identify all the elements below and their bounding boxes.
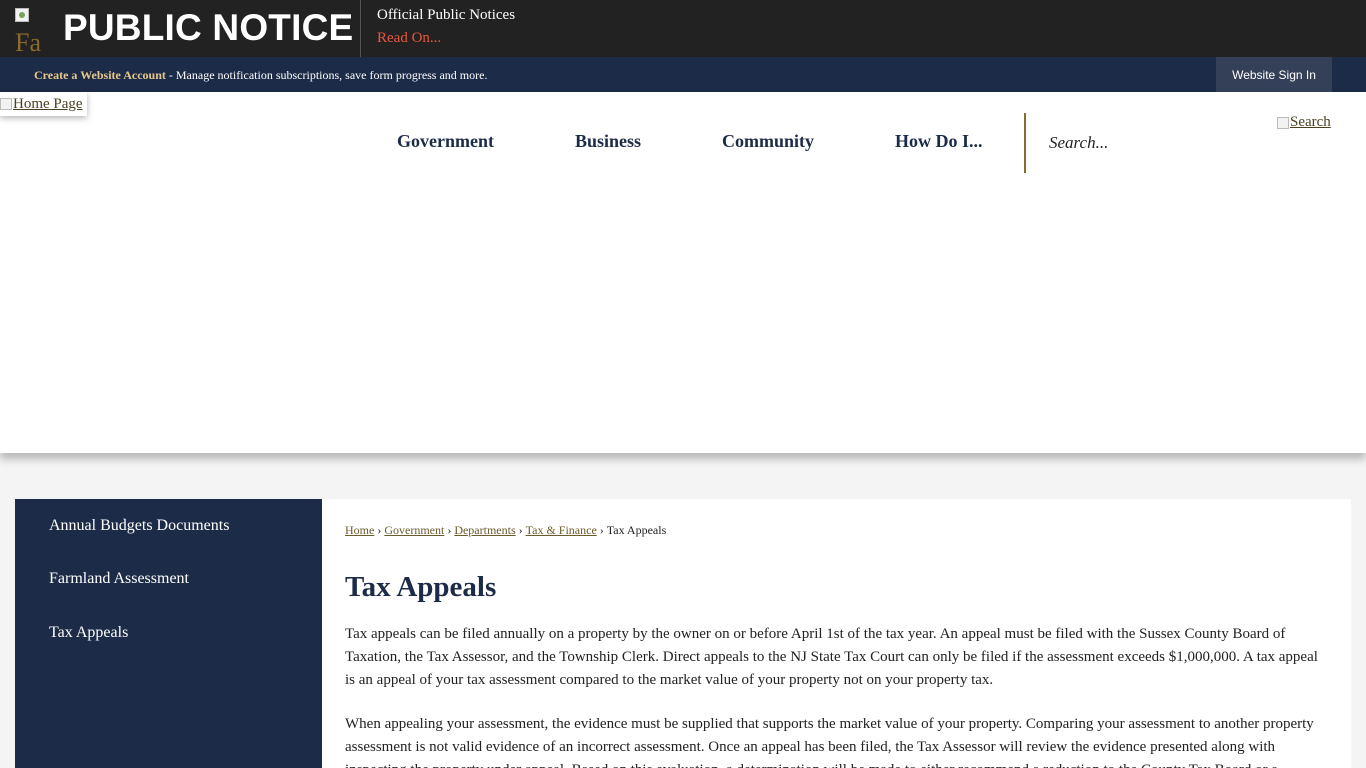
notice-divider [360,0,361,57]
breadcrumb-home[interactable]: Home [345,523,374,537]
breadcrumb-separator: › [599,523,604,537]
broken-image-icon [15,8,29,22]
account-description: - Manage notification subscriptions, sav… [165,68,488,82]
notice-logo-icon: Fa [15,8,55,52]
sidebar-item-tax-appeals[interactable]: Tax Appeals [49,624,128,642]
nav-government[interactable]: Government [397,131,494,152]
create-account-link[interactable]: Create a Website Account [34,68,166,82]
breadcrumb-separator: › [447,523,452,537]
search-button[interactable]: Search [1277,114,1331,131]
broken-image-icon [0,98,12,110]
home-page-link-text: Home Page [13,95,83,112]
sidebar-item-farmland-assessment[interactable]: Farmland Assessment [49,570,189,588]
breadcrumb-current: Tax Appeals [606,523,667,537]
search-input[interactable] [1040,125,1260,161]
read-on-link[interactable]: Read On... [377,30,441,47]
breadcrumb-tax-finance[interactable]: Tax & Finance [526,523,597,537]
search-button-text: Search [1290,114,1331,130]
search-divider [1024,113,1026,173]
home-page-link[interactable]: Home Page [0,92,87,116]
nav-how-do-i[interactable]: How Do I... [895,131,983,152]
sidebar-item-annual-budgets[interactable]: Annual Budgets Documents [49,517,229,535]
search-icon [1277,116,1289,129]
breadcrumb-government[interactable]: Government [384,523,444,537]
nav-community[interactable]: Community [722,131,814,152]
account-message: Create a Website Account - Manage notifi… [34,68,487,83]
sidebar-nav: Annual Budgets Documents Farmland Assess… [15,499,322,768]
account-bar: Create a Website Account - Manage notifi… [0,57,1366,92]
public-notice-bar: Fa PUBLIC NOTICE Official Public Notices… [0,0,1366,57]
breadcrumb-separator: › [377,523,382,537]
page-title: Tax Appeals [345,571,497,603]
evidence-paragraph: When appealing your assessment, the evid… [345,716,1314,768]
breadcrumb-departments[interactable]: Departments [454,523,515,537]
site-header: Home Page Government Business Community … [0,92,1366,453]
intro-paragraph: Tax appeals can be filed annually on a p… [345,626,1318,688]
breadcrumb-separator: › [518,523,523,537]
website-sign-in-button[interactable]: Website Sign In [1216,57,1332,92]
main-content: Home › Government › Departments › Tax & Financ… [322,499,1351,768]
breadcrumb: Home › Government › Departments › Tax & Financ… [345,523,666,538]
notice-logo-alt-text: Fa [15,28,41,53]
nav-business[interactable]: Business [575,131,641,152]
public-notice-title: PUBLIC NOTICE [63,7,354,48]
official-public-notices-heading: Official Public Notices [377,7,516,23]
